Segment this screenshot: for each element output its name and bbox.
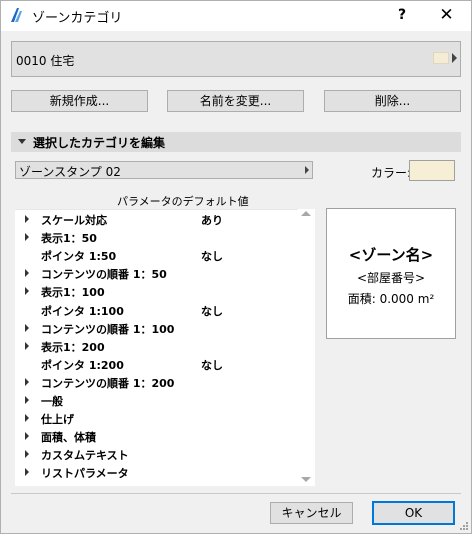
parameter-value: あり [201,214,223,227]
parameter-name: 表示1：50 [41,232,97,246]
parameter-name: 表示1：100 [41,286,105,300]
expand-triangle-icon[interactable] [25,233,29,242]
parameter-value: なし [201,250,223,264]
expand-triangle-icon[interactable] [25,341,29,350]
expand-triangle-icon[interactable] [25,432,29,441]
parameter-row[interactable]: スケール対応 あり [15,210,283,228]
parameter-row[interactable]: リストパラメータ [15,463,283,481]
expand-triangle-icon[interactable] [25,323,29,332]
category-value: 0010 住宅 [16,54,75,68]
params-header: パラメータのデフォルト値 [117,195,249,208]
scroll-up-icon[interactable] [301,211,311,216]
divider [11,493,461,494]
parameter-row[interactable]: コンテンツの順番 1：50 [15,264,283,282]
chevron-right-icon [305,166,309,174]
parameter-name: ポインタ 1:50 [41,250,117,264]
parameter-row[interactable]: ポインタ 1:50 なし [15,246,283,264]
parameter-row[interactable]: 表示1：50 [15,228,283,246]
parameter-row[interactable]: カスタムテキスト [15,445,283,463]
preview-zone-name: <ゾーン名> [348,246,434,264]
expand-triangle-icon[interactable] [25,377,29,386]
parameter-row[interactable]: ポインタ 1:100 なし [15,301,283,319]
expand-triangle-icon[interactable] [25,287,29,296]
parameter-row[interactable]: コンテンツの順番 1：200 [15,373,283,391]
expand-triangle-icon[interactable] [25,269,29,278]
parameter-name: ポインタ 1:100 [41,304,124,318]
cancel-button[interactable]: キャンセル [270,502,353,524]
new-category-button[interactable]: 新規作成... [11,90,148,112]
rename-category-button[interactable]: 名前を変更... [167,90,304,112]
parameter-value: なし [201,358,223,372]
parameter-row[interactable]: 表示1：200 [15,337,283,355]
parameter-name: リストパラメータ [41,467,129,481]
resize-grip-icon[interactable] [459,521,469,531]
parameter-name: スケール対応 [41,214,107,227]
expand-triangle-icon[interactable] [25,468,29,477]
parameter-row[interactable]: 面積、体積 [15,427,283,445]
parameter-name: 一般 [41,395,63,408]
category-color-swatch [433,52,449,64]
preview-area: 面積: 0.000 m² [347,292,435,306]
section-title: 選択したカテゴリを編集 [33,136,166,150]
chevron-right-icon [452,53,457,63]
parameter-row[interactable]: 一般 [15,391,283,409]
help-button[interactable]: ? [382,1,422,31]
parameter-name: 表示1：200 [41,340,105,354]
category-dropdown[interactable] [11,41,461,77]
zone-stamp-value: ゾーンスタンプ 02 [19,165,121,179]
parameter-name: ポインタ 1:200 [41,358,124,372]
parameter-name: コンテンツの順番 1：100 [41,322,175,336]
expand-triangle-icon[interactable] [25,215,29,223]
parameter-row[interactable]: 仕上げ [15,409,283,427]
close-button[interactable]: ✕ [422,1,471,31]
color-label: カラー: [371,166,412,180]
preview-room-number: <部屋番号> [356,271,426,285]
window-title: ゾーンカテゴリ [32,11,123,26]
expand-triangle-icon[interactable] [25,396,29,404]
parameter-value: なし [201,304,223,318]
parameter-name: カスタムテキスト [41,449,129,463]
parameter-row[interactable]: 表示1：100 [15,282,283,300]
parameter-list[interactable]: スケール対応 あり 表示1：50 ポインタ 1:50 なし コンテンツの順番 1：50 表示… [15,209,298,486]
collapse-triangle-icon[interactable] [18,139,26,144]
parameter-row[interactable]: ポインタ 1:200 なし [15,355,283,373]
parameter-row[interactable]: コンテンツの順番 1：100 [15,319,283,337]
archicad-app-icon [11,8,22,22]
expand-triangle-icon[interactable] [25,414,29,423]
color-picker[interactable] [409,160,455,181]
ok-button[interactable]: OK [372,501,455,525]
parameter-name: 仕上げ [41,413,74,427]
parameter-name: 面積、体積 [41,431,96,445]
expand-triangle-icon[interactable] [25,450,29,459]
scroll-down-icon[interactable] [301,477,311,482]
parameter-name: コンテンツの順番 1：200 [41,376,175,390]
delete-category-button[interactable]: 削除... [324,90,461,112]
parameter-name: コンテンツの順番 1：50 [41,268,167,282]
parameter-list-scrollbar[interactable] [298,209,315,486]
